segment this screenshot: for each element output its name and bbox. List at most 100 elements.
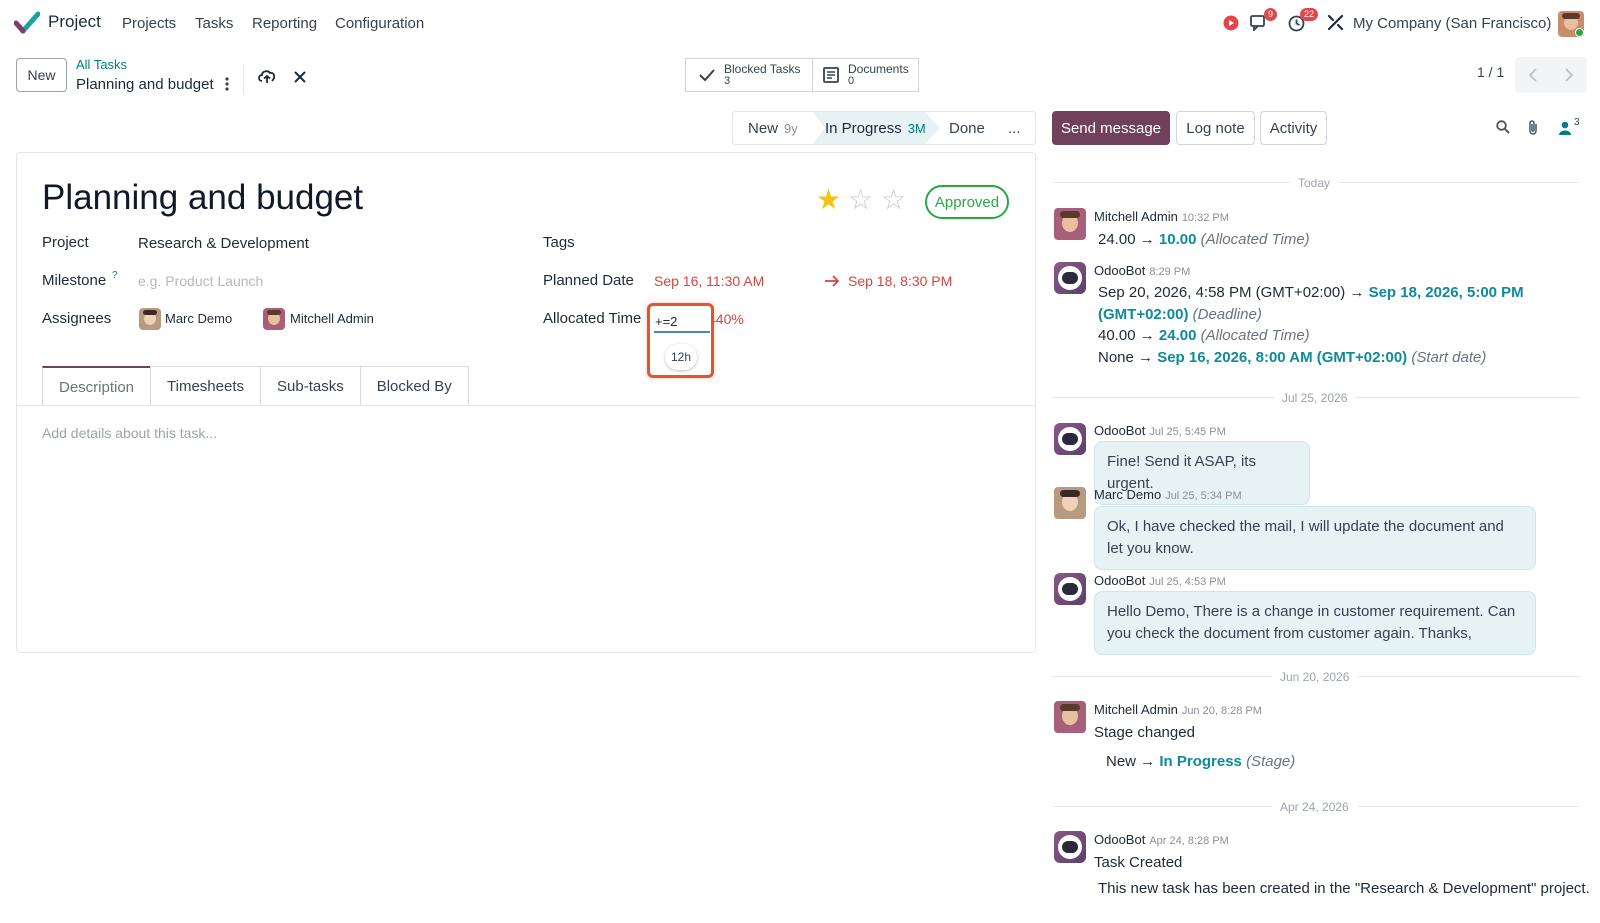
- odoobot-avatar[interactable]: [1054, 423, 1086, 455]
- chevron-left-icon: [1528, 68, 1537, 82]
- blocked-tasks-smart-button[interactable]: Blocked Tasks 3: [685, 58, 813, 92]
- message-author: Mitchell Admin Jun 20, 8:28 PM: [1094, 702, 1262, 717]
- author-avatar[interactable]: [1054, 701, 1086, 733]
- planned-date-label: Planned Date: [543, 272, 634, 289]
- menu-reporting[interactable]: Reporting: [252, 15, 317, 32]
- message-title: Task Created: [1094, 854, 1183, 871]
- description-editor[interactable]: Add details about this task...: [42, 425, 217, 441]
- project-app-icon[interactable]: [14, 11, 40, 35]
- new-button[interactable]: New: [16, 58, 67, 92]
- search-icon[interactable]: [1496, 120, 1510, 134]
- allocated-time-editor: +=2 12h: [647, 303, 714, 378]
- message-author: OdooBot Apr 24, 8:28 PM: [1094, 832, 1229, 847]
- date-separator: Apr 24, 2026: [1272, 800, 1357, 814]
- planned-start-date[interactable]: Sep 16, 11:30 AM: [654, 273, 764, 289]
- odoobot-avatar[interactable]: [1054, 262, 1086, 294]
- blocked-tasks-label: Blocked Tasks: [724, 62, 801, 76]
- date-separator: Today: [1290, 176, 1339, 190]
- odoobot-avatar[interactable]: [1054, 573, 1086, 605]
- message-author: OdooBot Jul 25, 4:53 PM: [1094, 573, 1226, 588]
- task-title[interactable]: Planning and budget: [42, 178, 363, 218]
- project-value[interactable]: Research & Development: [138, 235, 309, 252]
- author-avatar[interactable]: [1054, 208, 1086, 240]
- allocated-time-suggestion[interactable]: 12h: [665, 344, 697, 370]
- milestone-input[interactable]: e.g. Product Launch: [138, 273, 263, 289]
- send-message-button[interactable]: Send message: [1052, 111, 1170, 145]
- message-author: Mitchell Admin 10:32 PM: [1094, 209, 1229, 224]
- message-author: OdooBot 8:29 PM: [1094, 263, 1191, 278]
- project-label: Project: [42, 234, 89, 251]
- document-icon: [823, 67, 839, 83]
- stage-in-progress[interactable]: In Progress 3M: [825, 120, 926, 137]
- check-icon: [699, 69, 715, 82]
- assignees-label: Assignees: [42, 310, 112, 327]
- planned-end-date[interactable]: Sep 18, 8:30 PM: [848, 273, 952, 289]
- top-navbar: Project Projects Tasks Reporting Configu…: [0, 0, 1600, 46]
- stage-statusbar: New 9y In Progress 3M Done ...: [732, 111, 1036, 145]
- allocated-time-input[interactable]: +=2: [655, 314, 677, 329]
- menu-configuration[interactable]: Configuration: [335, 15, 424, 32]
- arrow-right-icon: [825, 275, 840, 287]
- record-icon[interactable]: [1223, 15, 1239, 31]
- pager-previous-button[interactable]: [1515, 57, 1551, 93]
- documents-smart-button[interactable]: Documents 0: [812, 58, 919, 92]
- input-underline: [654, 331, 710, 333]
- assignee-marc-demo[interactable]: Marc Demo: [165, 311, 232, 326]
- activities-badge: 22: [1300, 8, 1319, 21]
- save-cloud-icon[interactable]: [257, 68, 277, 85]
- log-note-button[interactable]: Log note: [1176, 111, 1255, 145]
- date-separator: Jun 20, 2026: [1272, 670, 1358, 684]
- tab-sub-tasks[interactable]: Sub-tasks: [260, 366, 361, 406]
- assignee-avatar: [139, 308, 161, 330]
- notebook-tabs: Description Timesheets Sub-tasks Blocked…: [42, 366, 469, 406]
- assignee-mitchell-admin[interactable]: Mitchell Admin: [290, 311, 374, 326]
- author-avatar[interactable]: [1054, 487, 1086, 519]
- state-approved-badge[interactable]: Approved: [925, 185, 1009, 219]
- message-author: OdooBot Jul 25, 5:45 PM: [1094, 423, 1226, 438]
- tabs-bottom-line: [17, 405, 1035, 406]
- pager-value[interactable]: 1 / 1: [1477, 64, 1504, 80]
- tracking-value: Sep 20, 2026, 4:58 PM (GMT+02:00) → Sep …: [1098, 284, 1524, 301]
- tools-icon[interactable]: [1327, 14, 1344, 31]
- tracking-value: New → In Progress (Stage): [1106, 753, 1296, 770]
- discard-icon[interactable]: [294, 71, 306, 83]
- documents-count: 0: [848, 75, 855, 87]
- tab-blocked-by[interactable]: Blocked By: [359, 366, 469, 406]
- message-author: Marc Demo Jul 25, 5:34 PM: [1094, 487, 1242, 502]
- tracking-value: 24.00 → 10.00 (Allocated Time): [1098, 231, 1310, 248]
- chevron-right-icon: [1565, 68, 1574, 82]
- priority-star-empty-icon[interactable]: ☆: [848, 186, 873, 214]
- followers-count: 3: [1574, 117, 1580, 128]
- attachment-icon[interactable]: [1527, 119, 1539, 136]
- milestone-help-icon[interactable]: ?: [112, 270, 118, 281]
- message-body: This new task has been created in the "R…: [1098, 880, 1590, 897]
- menu-tasks[interactable]: Tasks: [195, 15, 233, 32]
- documents-label: Documents: [848, 62, 909, 76]
- activity-button[interactable]: Activity: [1260, 111, 1327, 145]
- tracking-value: 40.00 → 24.00 (Allocated Time): [1098, 327, 1310, 344]
- breadcrumb-all-tasks[interactable]: All Tasks: [76, 57, 127, 72]
- user-avatar[interactable]: [1558, 11, 1584, 37]
- divider: [243, 64, 244, 94]
- tracking-value-continued: (GMT+02:00) (Deadline): [1098, 306, 1262, 323]
- menu-projects[interactable]: Projects: [122, 15, 176, 32]
- tracking-value: None → Sep 16, 2026, 8:00 AM (GMT+02:00)…: [1098, 349, 1487, 366]
- tab-timesheets[interactable]: Timesheets: [150, 366, 262, 406]
- tab-description[interactable]: Description: [42, 366, 152, 406]
- app-name[interactable]: Project: [48, 12, 101, 32]
- message-title: Stage changed: [1094, 724, 1195, 741]
- company-switcher[interactable]: My Company (San Francisco): [1353, 15, 1551, 32]
- priority-star-filled-icon[interactable]: ★: [816, 186, 841, 214]
- blocked-tasks-count: 3: [724, 75, 731, 87]
- stage-more[interactable]: ...: [1008, 120, 1021, 137]
- stage-done[interactable]: Done: [949, 120, 985, 137]
- stage-new[interactable]: New 9y: [748, 120, 798, 137]
- pager-next-button[interactable]: [1551, 57, 1587, 93]
- actions-menu-icon[interactable]: [224, 76, 230, 92]
- followers-icon[interactable]: [1558, 121, 1572, 135]
- tags-label: Tags: [543, 234, 575, 251]
- priority-star-empty-icon[interactable]: ☆: [881, 186, 906, 214]
- messages-badge: 9: [1264, 8, 1278, 21]
- allocated-time-label: Allocated Time: [543, 310, 642, 327]
- odoobot-avatar[interactable]: [1054, 831, 1086, 863]
